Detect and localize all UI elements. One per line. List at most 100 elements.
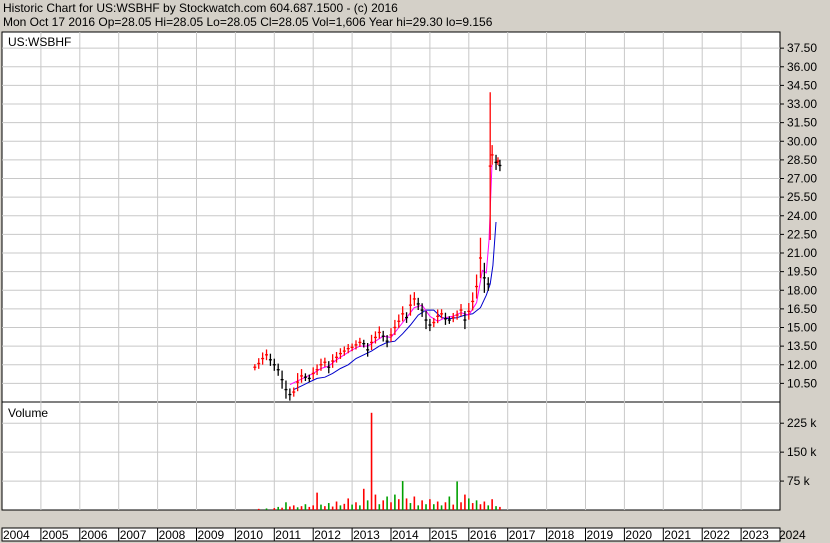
volume-bar <box>425 504 427 510</box>
volume-bar <box>327 503 330 510</box>
volume-bar <box>499 506 501 510</box>
volume-bar <box>382 500 385 510</box>
year-tick-label: 2010 <box>236 528 263 542</box>
volume-bar <box>436 501 439 510</box>
price-tick-label: 19.50 <box>787 265 817 279</box>
volume-bar <box>417 505 420 510</box>
year-tick-label: 2014 <box>392 528 419 542</box>
volume-bar <box>421 500 423 510</box>
volume-bar <box>432 504 435 510</box>
price-tick-label: 31.50 <box>787 116 817 130</box>
volume-bar <box>289 506 291 510</box>
volume-bar <box>320 504 322 510</box>
volume-bar <box>265 508 268 510</box>
volume-bar <box>351 504 353 510</box>
price-panel-title: US:WSBHF <box>8 35 71 49</box>
volume-bar <box>452 504 455 510</box>
year-tick-label: 2013 <box>353 528 380 542</box>
volume-bar <box>281 507 283 510</box>
year-tick-label: 2006 <box>81 528 108 542</box>
year-axis-ticks: 2004 2005 2006 2007 2008 2009 2010 2011 2012 2013… <box>1 528 806 542</box>
volume-bar <box>456 481 458 510</box>
volume-bar <box>362 488 365 510</box>
price-tick-label: 28.50 <box>787 153 817 167</box>
gridlines <box>2 32 780 510</box>
volume-tick-label: 75 k <box>787 474 811 488</box>
volume-bar <box>495 506 497 510</box>
volume-bar <box>405 498 408 510</box>
volume-bar <box>390 502 392 510</box>
volume-bar <box>300 506 303 510</box>
volume-panel-title: Volume <box>8 406 48 420</box>
volume-bar <box>343 503 346 510</box>
volume-bar <box>366 500 369 510</box>
volume-bar <box>292 505 295 510</box>
year-tick-label: 2009 <box>198 528 225 542</box>
volume-bar <box>413 496 416 510</box>
volume-bar <box>460 502 462 510</box>
volume-bar <box>304 504 307 510</box>
year-tick-label: 2017 <box>509 528 536 542</box>
volume-bar <box>316 492 318 510</box>
year-tick-label: 2011 <box>275 528 301 542</box>
volume-bar <box>347 498 350 510</box>
volume-bar <box>448 496 451 510</box>
price-tick-label: 25.50 <box>787 190 817 204</box>
volume-bar <box>324 506 326 510</box>
year-tick-label: 2020 <box>625 528 652 542</box>
price-tick-label: 33.00 <box>787 97 817 111</box>
year-tick-label: 2019 <box>587 528 614 542</box>
volume-bar <box>397 499 400 510</box>
volume-bar <box>277 506 279 510</box>
year-tick-label: 2018 <box>548 528 575 542</box>
volume-bar <box>374 494 377 510</box>
price-tick-label: 13.50 <box>787 339 817 353</box>
price-tick-label: 34.50 <box>787 78 817 92</box>
year-tick-label: 2015 <box>431 528 458 542</box>
year-tick-label: 2016 <box>470 528 497 542</box>
volume-bar <box>378 504 381 510</box>
volume-axis-ticks: 75 k 150 k 225 k <box>780 416 817 488</box>
price-tick-label: 24.00 <box>787 209 817 223</box>
volume-bar <box>339 505 342 510</box>
year-tick-label: 2004 <box>3 528 30 542</box>
volume-bar <box>409 503 412 510</box>
price-tick-label: 10.50 <box>787 376 817 390</box>
year-tick-label: 2023 <box>742 528 769 542</box>
volume-bar <box>444 502 447 510</box>
volume-bar <box>273 508 276 510</box>
price-tick-label: 36.00 <box>787 60 817 74</box>
volume-bar <box>394 494 396 510</box>
year-tick-label: 2005 <box>42 528 69 542</box>
price-tick-label: 12.00 <box>787 358 817 372</box>
volume-bar <box>464 494 466 510</box>
volume-bar <box>308 506 311 510</box>
year-tick-label: 2024 <box>779 528 806 542</box>
volume-bar <box>285 502 287 510</box>
price-tick-label: 18.00 <box>787 283 817 297</box>
year-tick-label: 2007 <box>120 528 147 542</box>
volume-bar <box>257 508 260 510</box>
volume-bar <box>440 505 443 510</box>
volume-bar <box>429 499 431 510</box>
price-tick-label: 21.00 <box>787 246 817 260</box>
volume-bar <box>359 505 361 510</box>
volume-tick-label: 225 k <box>787 416 817 430</box>
volume-bar <box>386 496 388 510</box>
stock-chart: 10.50 12.00 13.50 15.00 16.50 18.00 19.50 21.00… <box>1 31 817 542</box>
volume-bar <box>491 499 493 510</box>
price-tick-label: 22.50 <box>787 227 817 241</box>
volume-bar <box>335 501 338 510</box>
volume-bar <box>370 412 373 510</box>
volume-bar <box>471 503 474 510</box>
price-tick-label: 27.00 <box>787 172 817 186</box>
price-tick-label: 16.50 <box>787 302 817 316</box>
volume-bar <box>312 505 314 510</box>
year-tick-label: 2021 <box>664 528 691 542</box>
volume-bar <box>331 506 334 510</box>
volume-bar <box>401 481 404 510</box>
price-axis-ticks: 10.50 12.00 13.50 15.00 16.50 18.00 19.50 21.00… <box>780 41 817 390</box>
price-tick-label: 37.50 <box>787 41 817 55</box>
year-tick-label: 2012 <box>314 528 341 542</box>
volume-bar <box>475 500 478 510</box>
